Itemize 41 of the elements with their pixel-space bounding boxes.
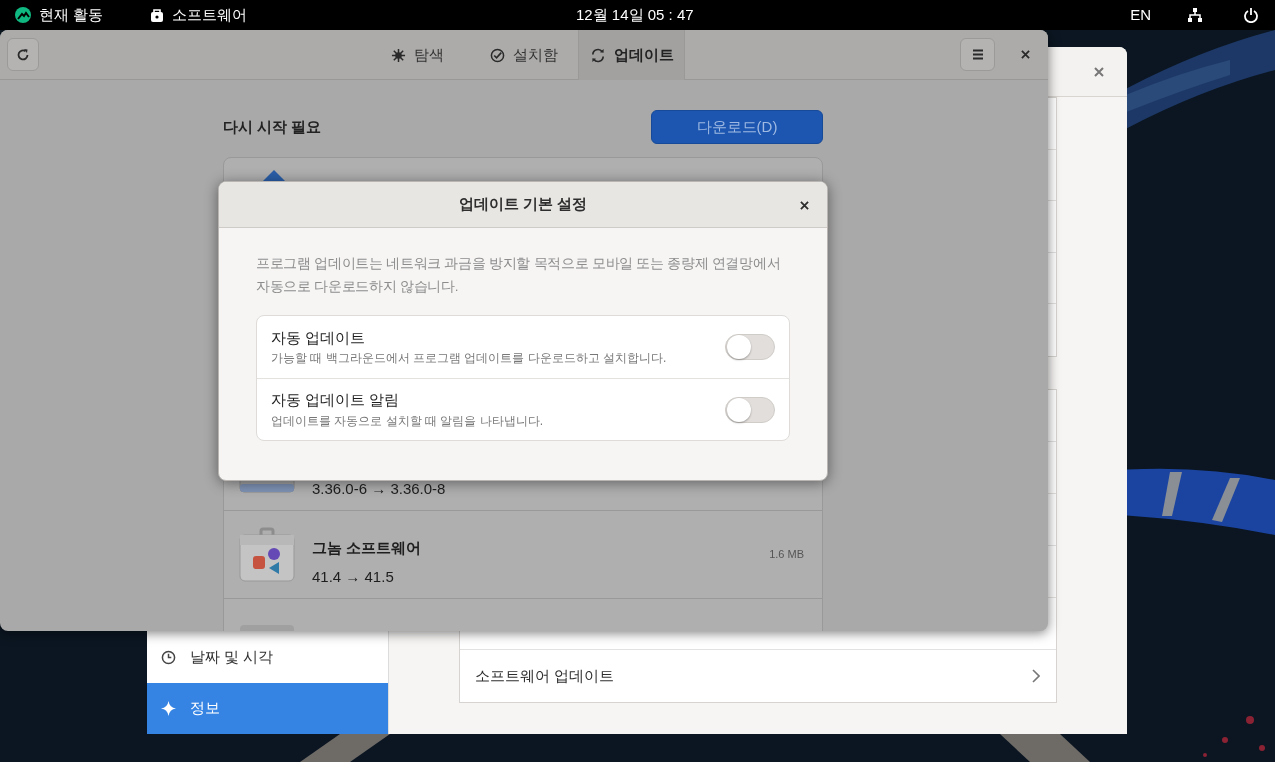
version-text: 41.4 → 41.5 xyxy=(312,566,395,587)
toggle-switch[interactable] xyxy=(725,396,775,423)
sidebar-item[interactable]: 정보 xyxy=(147,683,388,734)
app-name: 그놈 소프트웨어 xyxy=(312,538,423,558)
clock-icon xyxy=(161,650,176,665)
download-button[interactable]: 다운로드(D) xyxy=(651,110,823,144)
tab[interactable]: 탐색 xyxy=(364,30,470,80)
refresh-button[interactable] xyxy=(7,38,39,71)
clock[interactable]: 12월 14일 05 : 47 xyxy=(576,3,694,27)
update-row[interactable]: 그놈 소프트웨어 41.4 → 41.5 1.6 MB xyxy=(224,511,822,599)
section-heading: 다시 시작 필요 xyxy=(223,116,322,137)
version-text: 3.36.0-6 → 3.36.0-8 xyxy=(312,478,447,499)
refresh-icon xyxy=(589,47,606,63)
bag-icon xyxy=(150,8,164,22)
settings-row[interactable]: 소프트웨어 업데이트 xyxy=(460,650,1056,702)
sparkle-icon xyxy=(161,701,176,716)
description-text: 프로그램 업데이트는 네트워크 과금을 방지할 목적으로 모바일 또는 종량제 연결망에서 자동으로 다운로드하지 않습니다. xyxy=(256,255,782,296)
chevron-icon xyxy=(1032,669,1040,683)
dialog-title: 업데이트 기본 설정 xyxy=(458,194,588,215)
size-label: 1.6 MB xyxy=(769,547,804,563)
option-title: 자동 업데이트 알림 xyxy=(271,390,401,411)
option-title: 자동 업데이트 xyxy=(271,327,367,348)
power-icon[interactable] xyxy=(1243,7,1259,23)
option-subtitle: 업데이트를 자동으로 설치할 때 알림을 나타냅니다. xyxy=(271,412,544,430)
tab[interactable]: 설치함 xyxy=(470,30,578,80)
option-subtitle: 가능할 때 백그라운드에서 프로그램 업데이트를 다운로드하고 설치합니다. xyxy=(271,350,668,368)
check-circle-icon xyxy=(490,47,505,63)
logo-icon xyxy=(15,7,31,23)
network-icon[interactable] xyxy=(1187,7,1203,23)
toggle-switch[interactable] xyxy=(725,334,775,360)
close-icon xyxy=(1094,66,1104,77)
input-source[interactable]: EN xyxy=(1130,3,1151,27)
menu-icon xyxy=(971,49,984,60)
app-menu[interactable]: 소프트웨어 xyxy=(172,3,247,27)
menu-button[interactable] xyxy=(960,38,995,71)
close-icon xyxy=(799,200,809,210)
activities-button[interactable]: 현재 활동 xyxy=(39,3,104,27)
explore-icon xyxy=(390,47,406,63)
refresh-icon xyxy=(16,47,30,62)
close-icon xyxy=(1020,49,1030,59)
tab[interactable]: 업데이트 xyxy=(578,30,685,80)
